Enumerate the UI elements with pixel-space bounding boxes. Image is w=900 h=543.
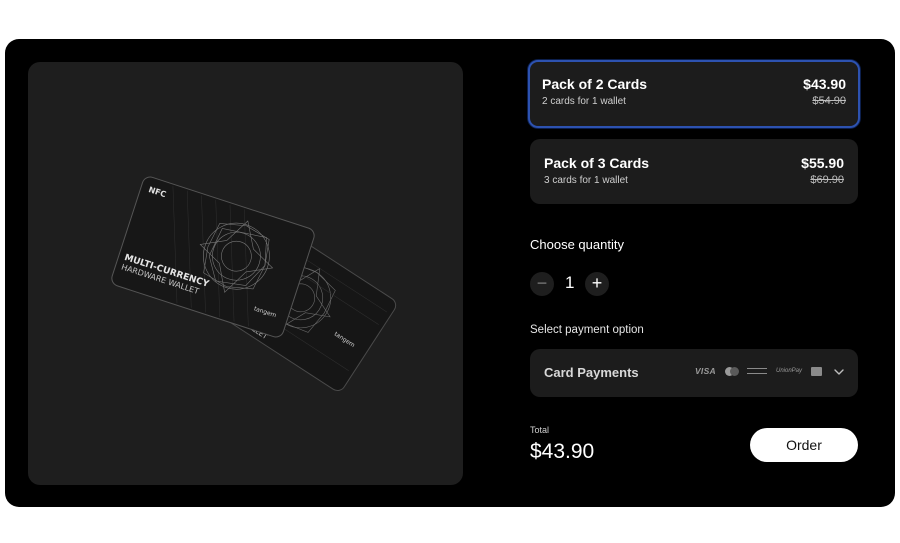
product-image: MULTI-CURRENCY HARDWARE WALLET NFC tange… [28,62,463,485]
mastercard-icon [724,366,739,376]
option-pack-of-2[interactable]: Pack of 2 Cards 2 cards for 1 wallet $43… [528,60,860,128]
option-title: Pack of 3 Cards [544,155,650,171]
option-old-price: $54.90 [812,95,846,107]
option-subtitle: 3 cards for 1 wallet [544,175,628,186]
visa-icon: VISA [694,366,716,376]
amex-icon [746,368,767,374]
payment-label: Select payment option [530,324,644,336]
quantity-increase-button[interactable]: + [585,272,609,296]
option-subtitle: 2 cards for 1 wallet [542,96,626,107]
payment-icons: VISA UnionPay [695,366,822,376]
payment-select[interactable]: Card Payments VISA UnionPay [530,349,858,397]
chevron-down-icon [834,369,844,375]
total-value: $43.90 [530,440,595,463]
quantity-value: 1 [565,273,575,292]
option-title: Pack of 2 Cards [542,76,648,92]
option-price: $55.90 [801,155,844,171]
jcb-icon [811,366,822,376]
wallet-cards-illustration: MULTI-CURRENCY HARDWARE WALLET NFC tange… [111,176,397,392]
option-pack-of-3[interactable]: Pack of 3 Cards 3 cards for 1 wallet $55… [530,139,858,204]
order-button[interactable]: Order [750,428,858,462]
quantity-label: Choose quantity [530,237,624,252]
payment-selected-value: Card Payments [544,365,639,380]
unionpay-icon: UnionPay [775,368,802,374]
option-old-price: $69.90 [810,174,844,186]
option-price: $43.90 [803,76,846,92]
total-label: Total [530,425,550,435]
quantity-decrease-button[interactable]: − [530,272,554,296]
